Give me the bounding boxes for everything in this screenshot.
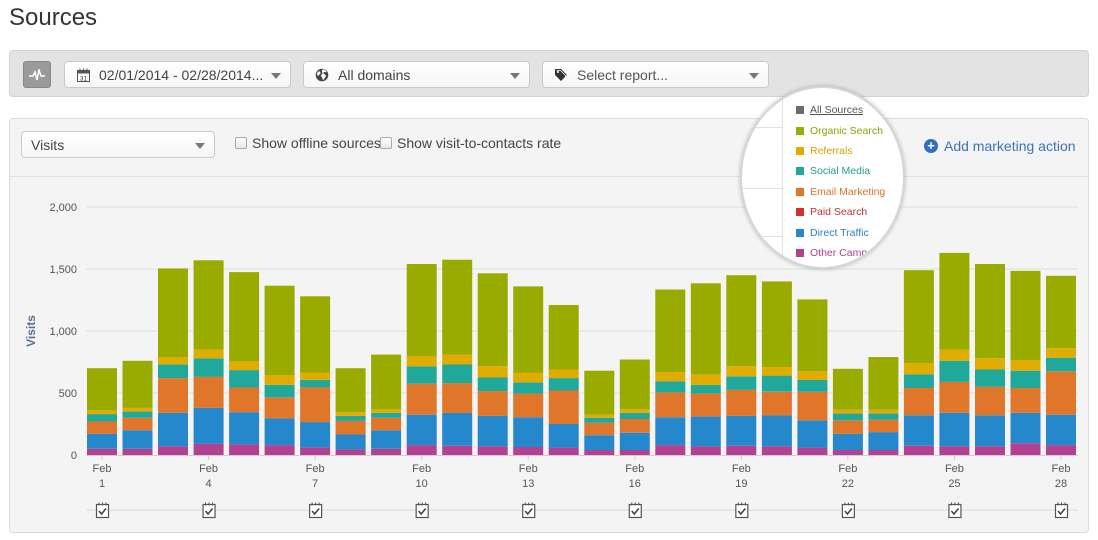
legend-label: Email Marketing xyxy=(810,185,886,198)
page-title: Sources xyxy=(9,4,98,31)
legend-item[interactable]: Referrals xyxy=(796,141,892,161)
marketing-action-calendar-icon[interactable] xyxy=(415,502,429,519)
legend-label: Referrals xyxy=(810,144,853,157)
gridline xyxy=(742,236,782,237)
report-select[interactable]: Select report... xyxy=(542,61,769,88)
legend-item[interactable]: Direct Traffic xyxy=(796,222,892,242)
marketing-action-calendar-icon[interactable] xyxy=(735,502,749,519)
domain-select[interactable]: All domains xyxy=(303,61,530,88)
legend-label: Organic Search xyxy=(810,124,883,137)
chevron-down-icon xyxy=(749,73,759,79)
marketing-action-calendar-icon[interactable] xyxy=(841,502,855,519)
legend-swatch xyxy=(796,208,804,217)
legend-label: All Sources xyxy=(810,104,864,117)
show-offline-sources-label: Show offline sources xyxy=(252,135,381,151)
checkbox-box[interactable] xyxy=(380,137,392,149)
add-marketing-action-link[interactable]: + Add marketing action xyxy=(924,138,1076,154)
add-marketing-action-label: Add marketing action xyxy=(944,138,1076,154)
svg-text:31: 31 xyxy=(79,75,87,82)
legend-item[interactable]: All Sources xyxy=(796,100,892,120)
calendar-icon: 31 xyxy=(75,67,91,83)
activity-pulse-icon xyxy=(29,68,45,80)
metric-select[interactable]: Visits xyxy=(21,131,215,158)
plus-circle-icon: + xyxy=(924,139,938,153)
legend-swatch xyxy=(796,248,804,257)
gridline xyxy=(742,127,782,128)
marketing-action-calendar-icon[interactable] xyxy=(309,502,323,519)
legend-label: Social Media xyxy=(810,165,871,178)
marketing-action-calendar-icon[interactable] xyxy=(202,502,216,519)
filter-toolbar: 31 02/01/2014 - 02/28/2014... All domain… xyxy=(9,50,1089,97)
legend-item[interactable]: Organic Search xyxy=(796,120,892,140)
legend-swatch xyxy=(796,146,804,155)
chart-controls: Visits Show offline sources Show visit-t… xyxy=(10,119,1088,177)
chevron-down-icon xyxy=(510,73,520,79)
show-offline-sources-checkbox[interactable]: Show offline sources xyxy=(235,135,381,151)
legend-swatch xyxy=(796,126,804,135)
legend-swatch xyxy=(796,228,804,237)
globe-icon xyxy=(314,67,330,83)
marketing-action-calendar-icon[interactable] xyxy=(522,502,536,519)
marketing-action-calendar-icon[interactable] xyxy=(95,502,110,519)
legend-item[interactable]: Social Media xyxy=(796,161,892,181)
legend-item[interactable]: Paid Search xyxy=(796,202,892,222)
marketing-action-calendar-icon[interactable] xyxy=(948,502,962,519)
legend-magnifier: All Sources Organic Search Referrals Social… xyxy=(740,86,905,269)
gridline xyxy=(742,188,782,189)
legend-swatch xyxy=(796,167,804,176)
checkbox-box[interactable] xyxy=(235,137,247,149)
marketing-action-calendar-icon[interactable] xyxy=(1054,502,1069,519)
date-range-value: 02/01/2014 - 02/28/2014... xyxy=(99,66,264,83)
chevron-down-icon xyxy=(195,143,205,149)
legend-swatch xyxy=(796,106,804,115)
show-visit-to-contacts-rate-checkbox[interactable]: Show visit-to-contacts rate xyxy=(380,135,561,151)
metric-value: Visits xyxy=(31,136,65,153)
legend-label: Paid Search xyxy=(810,206,868,219)
show-visit-to-contacts-rate-label: Show visit-to-contacts rate xyxy=(397,135,562,151)
chart-legend: All Sources Organic Search Referrals Social… xyxy=(796,100,892,263)
legend-item[interactable]: Other Campaigns xyxy=(796,243,892,263)
legend-swatch xyxy=(796,187,804,196)
tag-icon xyxy=(553,67,569,83)
sources-chart-panel: Visits Show offline sources Show visit-t… xyxy=(9,118,1089,533)
report-placeholder: Select report... xyxy=(577,66,669,83)
activity-toggle-button[interactable] xyxy=(23,61,51,88)
legend-label: Other Campaigns xyxy=(810,246,893,259)
date-range-select[interactable]: 31 02/01/2014 - 02/28/2014... xyxy=(64,61,291,88)
legend-label: Direct Traffic xyxy=(810,226,869,239)
legend-item[interactable]: Email Marketing xyxy=(796,182,892,202)
domain-value: All domains xyxy=(338,66,411,83)
chevron-down-icon xyxy=(271,73,281,79)
marketing-action-calendar-icon[interactable] xyxy=(628,502,642,519)
legend-divider xyxy=(782,88,783,267)
